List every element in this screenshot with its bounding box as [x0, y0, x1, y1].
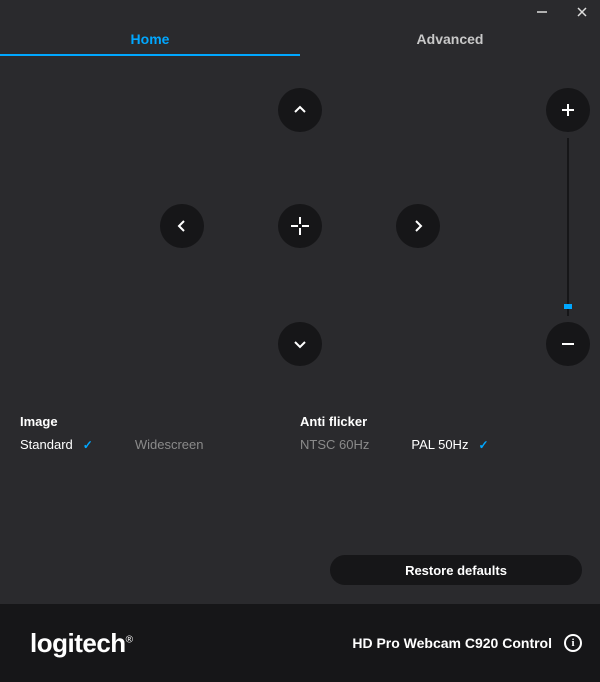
zoom-slider-track[interactable]	[567, 138, 569, 316]
zoom-in-button[interactable]	[546, 88, 590, 132]
antiflicker-option-ntsc[interactable]: NTSC 60Hz	[300, 437, 369, 452]
restore-defaults-button[interactable]: Restore defaults	[330, 555, 582, 585]
option-label: PAL 50Hz	[411, 437, 468, 452]
option-label: Widescreen	[135, 437, 204, 452]
check-icon: ✓	[478, 438, 488, 452]
info-icon[interactable]: i	[564, 634, 582, 652]
zoom-slider-thumb[interactable]	[564, 304, 572, 309]
tab-home[interactable]: Home	[0, 24, 300, 56]
option-label: Standard	[20, 437, 73, 452]
center-reset-button[interactable]	[278, 204, 322, 248]
camera-control-panel	[0, 56, 600, 406]
antiflicker-header: Anti flicker	[300, 414, 580, 429]
pan-right-button[interactable]	[396, 204, 440, 248]
image-option-widescreen[interactable]: Widescreen	[135, 437, 204, 452]
check-icon: ✓	[83, 438, 93, 452]
tab-advanced[interactable]: Advanced	[300, 24, 600, 56]
zoom-out-button[interactable]	[546, 322, 590, 366]
product-name: HD Pro Webcam C920 Control	[352, 635, 552, 651]
close-button[interactable]	[574, 4, 590, 20]
antiflicker-option-pal[interactable]: PAL 50Hz ✓	[411, 437, 488, 452]
pan-left-button[interactable]	[160, 204, 204, 248]
image-option-standard[interactable]: Standard ✓	[20, 437, 93, 452]
brand-logo: logitech®	[30, 628, 143, 659]
option-label: NTSC 60Hz	[300, 437, 369, 452]
image-header: Image	[20, 414, 300, 429]
minimize-button[interactable]	[534, 4, 550, 20]
tilt-down-button[interactable]	[278, 322, 322, 366]
tilt-up-button[interactable]	[278, 88, 322, 132]
